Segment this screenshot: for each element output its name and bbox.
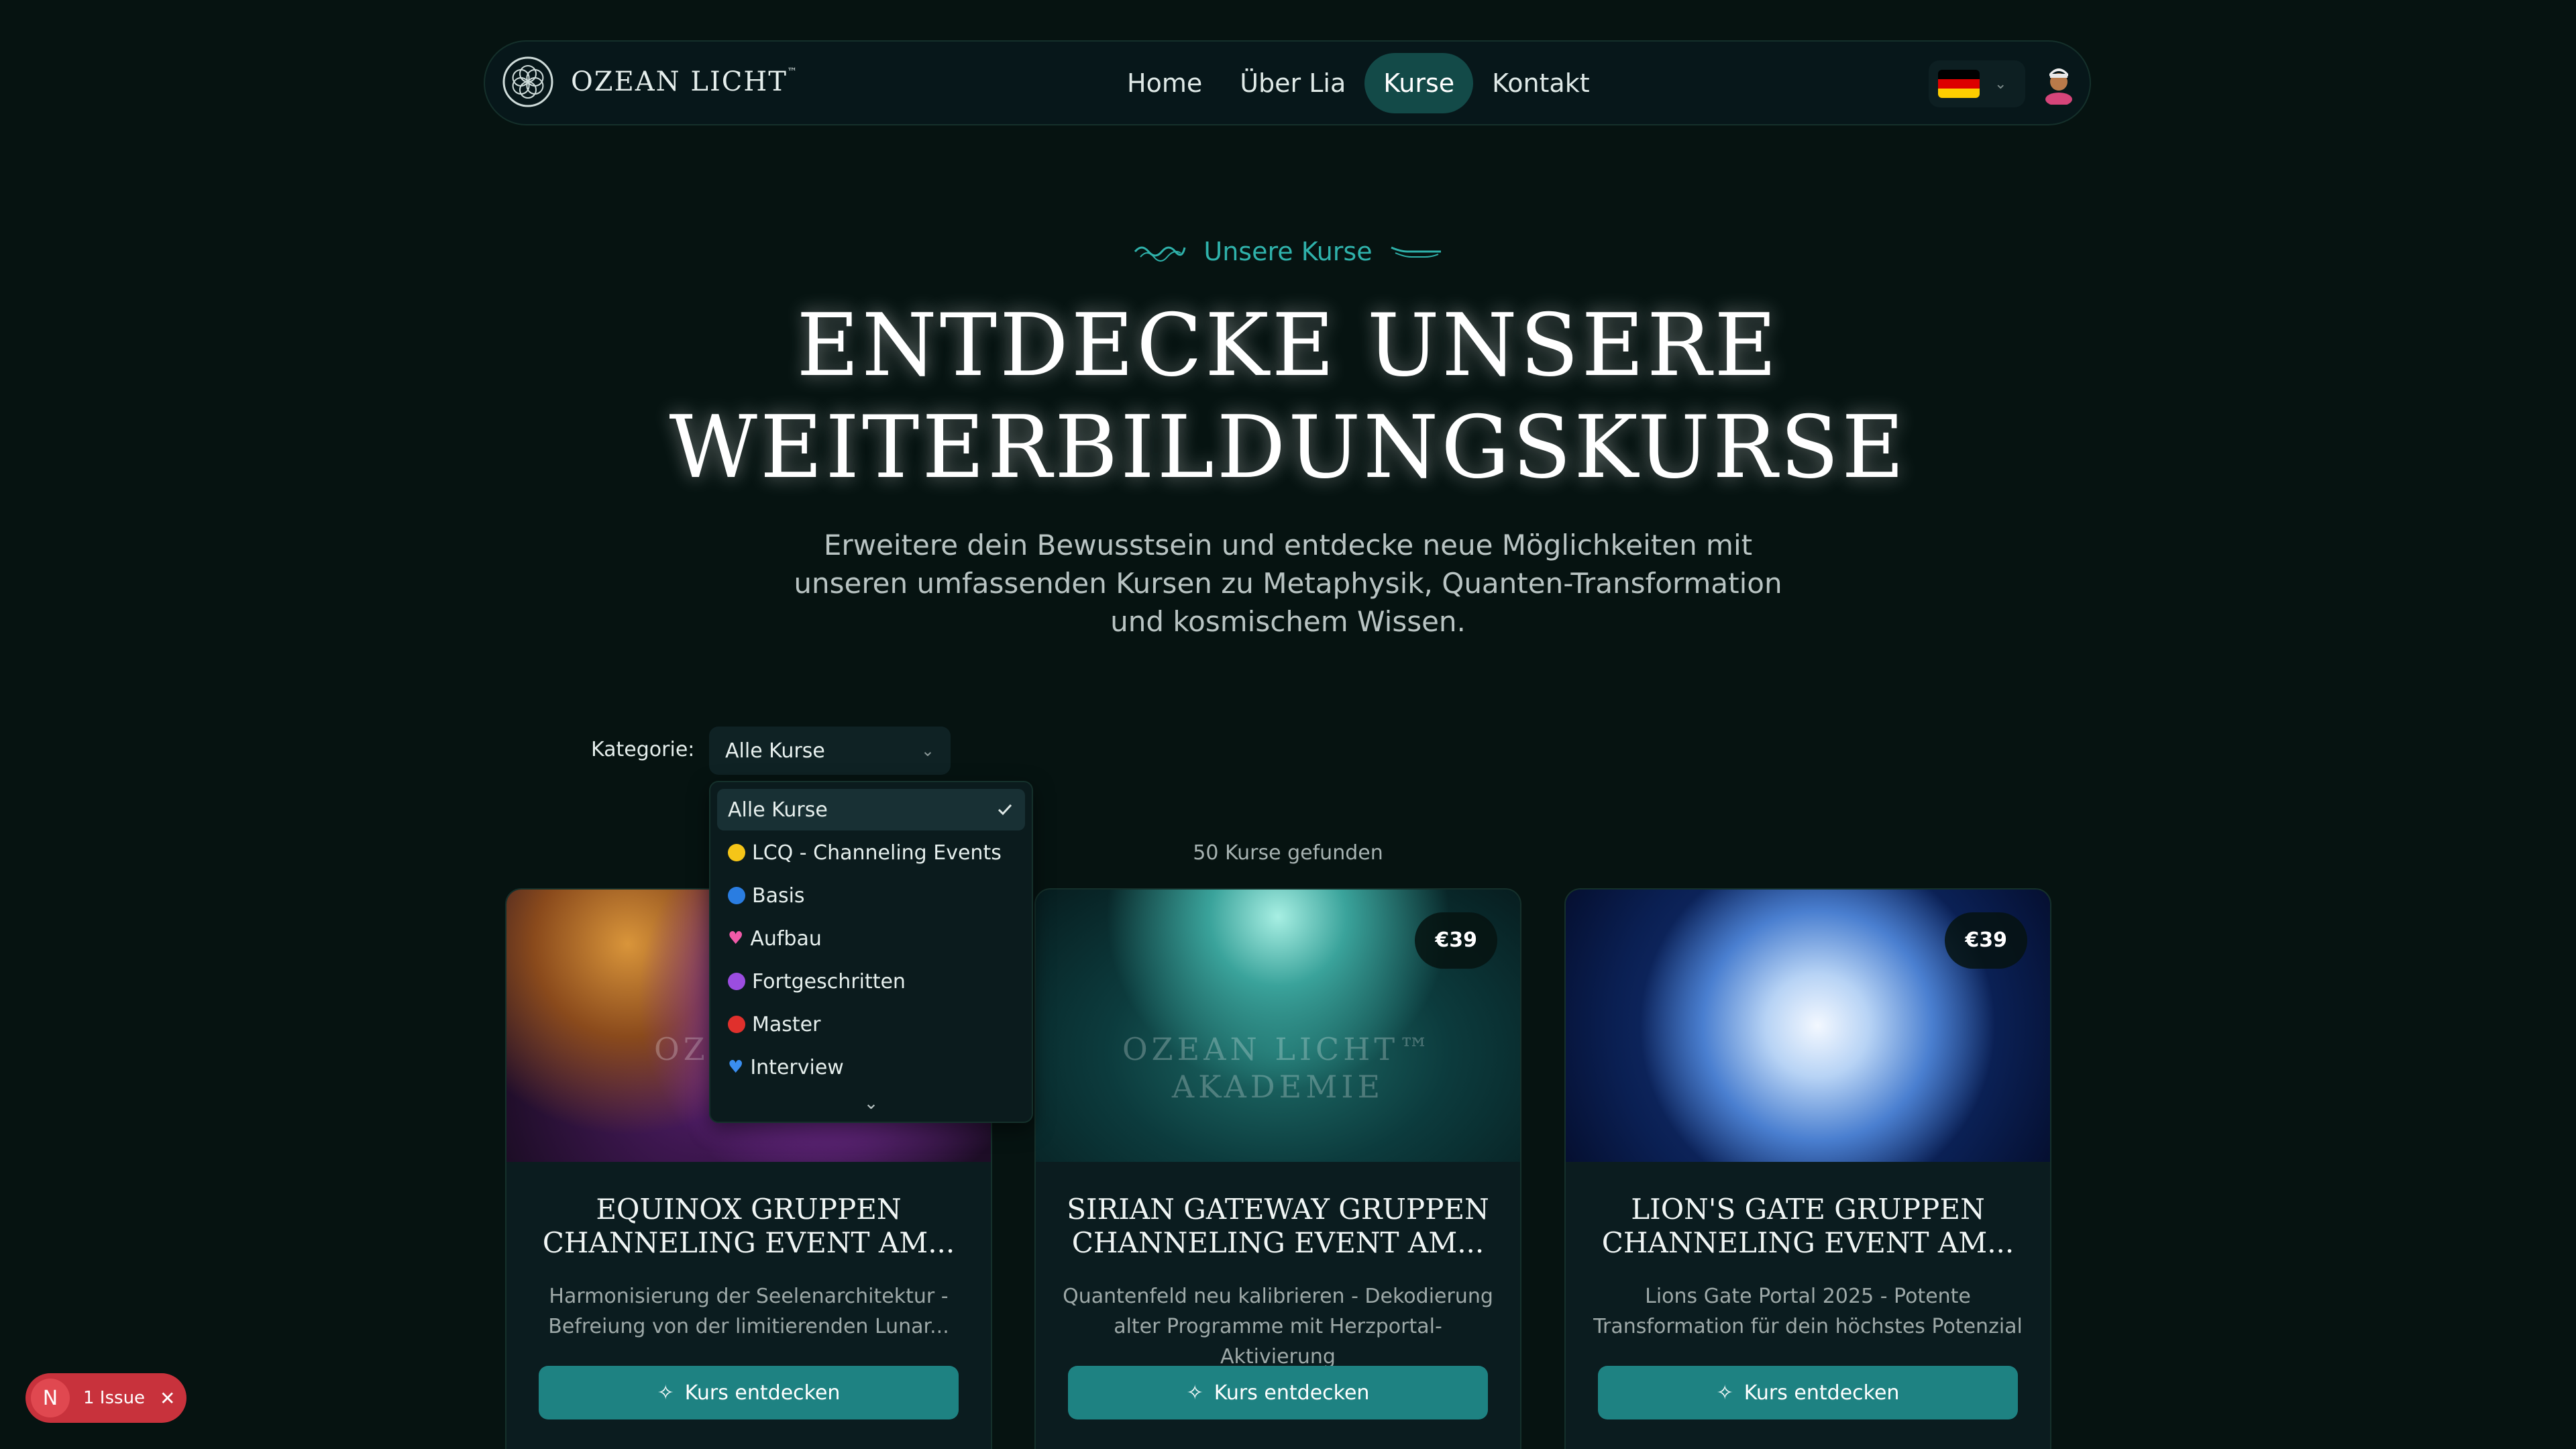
nav-kurse[interactable]: Kurse <box>1364 53 1474 113</box>
wave-ornament-icon <box>1134 246 1186 262</box>
course-title: Sirian Gateway Gruppen Channeling Event … <box>1067 1193 1489 1259</box>
language-selector[interactable]: ⌄ <box>1929 60 2025 107</box>
blue-heart-icon: ♥ <box>728 1057 744 1077</box>
dev-issue-badge[interactable]: N 1 Issue ✕ <box>25 1373 186 1423</box>
category-option-aufbau[interactable]: ♥ Aufbau <box>717 918 1025 959</box>
category-label: Kategorie: <box>591 738 695 761</box>
nav-home[interactable]: Home <box>1108 53 1221 113</box>
red-circle-icon <box>728 1016 745 1033</box>
image-watermark: OZEAN LICHT™ AKADEMIE <box>1122 1031 1434 1105</box>
brand-logo[interactable]: OZEAN LICHT™ <box>501 55 798 109</box>
scroll-down-chevron-icon[interactable]: ⌄ <box>717 1093 1025 1114</box>
nav-kontakt[interactable]: Kontakt <box>1473 53 1608 113</box>
section-eyebrow: Unsere Kurse <box>0 235 2576 266</box>
flower-of-life-icon <box>502 56 553 107</box>
chevron-down-icon: ⌄ <box>1994 75 2007 93</box>
blue-circle-icon <box>728 887 745 904</box>
issue-count: 1 Issue <box>83 1388 146 1408</box>
main-menu: Home Über Lia Kurse Kontakt <box>1108 53 1609 113</box>
sparkle-icon: ✧ <box>1186 1381 1203 1405</box>
nextjs-logo-icon: N <box>31 1379 70 1417</box>
purple-circle-icon <box>728 973 745 990</box>
top-nav: OZEAN LICHT™ Home Über Lia Kurse Kontakt… <box>484 40 2091 125</box>
course-card: €39 OZEAN LICHT™ AKADEMIE Sirian Gateway… <box>1034 888 1521 1449</box>
category-option-lcq[interactable]: LCQ - Channeling Events <box>717 832 1025 873</box>
user-avatar[interactable] <box>2037 62 2080 105</box>
sparkle-icon: ✧ <box>657 1381 674 1405</box>
category-option-basis[interactable]: Basis <box>717 875 1025 916</box>
price-badge: €39 <box>1945 912 2027 969</box>
category-option-alle-kurse[interactable]: Alle Kurse <box>717 789 1025 830</box>
course-title: Lion's Gate Gruppen Channeling Event am.… <box>1601 1193 2015 1259</box>
yellow-circle-icon <box>728 844 745 861</box>
category-select[interactable]: Alle Kurse ⌄ <box>709 727 951 775</box>
german-flag-icon <box>1938 70 1980 98</box>
page-title: Entdecke unsere Weiterbildungskurse <box>669 296 1907 498</box>
category-dropdown: Alle Kurse LCQ - Channeling Events Basis… <box>709 781 1033 1123</box>
category-select-value: Alle Kurse <box>725 739 825 763</box>
price-badge: €39 <box>1415 912 1497 969</box>
discover-course-button[interactable]: ✧ Kurs entdecken <box>1598 1366 2018 1419</box>
page-subtitle: Erweitere dein Bewusstsein und entdecke … <box>794 529 1782 638</box>
chevron-down-icon: ⌄ <box>920 741 934 760</box>
close-icon[interactable]: ✕ <box>160 1387 175 1409</box>
nav-ueber-lia[interactable]: Über Lia <box>1221 53 1364 113</box>
brand-name: OZEAN LICHT™ <box>571 66 798 97</box>
course-card: €39 Lion's Gate Gruppen Channeling Event… <box>1564 888 2051 1449</box>
course-description: Harmonisierung der Seelenarchitektur - B… <box>548 1285 949 1338</box>
pink-heart-icon: ♥ <box>728 928 744 949</box>
wave-ornament-icon <box>1391 246 1441 258</box>
course-title: Equinox Gruppen Channeling Event am... <box>542 1193 955 1259</box>
category-option-master[interactable]: Master <box>717 1004 1025 1045</box>
discover-course-button[interactable]: ✧ Kurs entdecken <box>1068 1366 1488 1419</box>
course-image[interactable]: €39 OZEAN LICHT™ AKADEMIE <box>1036 890 1520 1162</box>
category-option-interview[interactable]: ♥ Interview <box>717 1046 1025 1088</box>
category-option-fortgeschritten[interactable]: Fortgeschritten <box>717 961 1025 1002</box>
results-count: 50 Kurse gefunden <box>1193 841 1383 865</box>
course-image[interactable]: €39 <box>1566 890 2050 1162</box>
check-icon <box>998 804 1012 816</box>
discover-course-button[interactable]: ✧ Kurs entdecken <box>539 1366 959 1419</box>
sparkle-icon: ✧ <box>1716 1381 1733 1405</box>
course-description: Lions Gate Portal 2025 - Potente Transfo… <box>1593 1285 2023 1338</box>
course-description: Quantenfeld neu kalibrieren - Dekodierun… <box>1063 1285 1493 1368</box>
